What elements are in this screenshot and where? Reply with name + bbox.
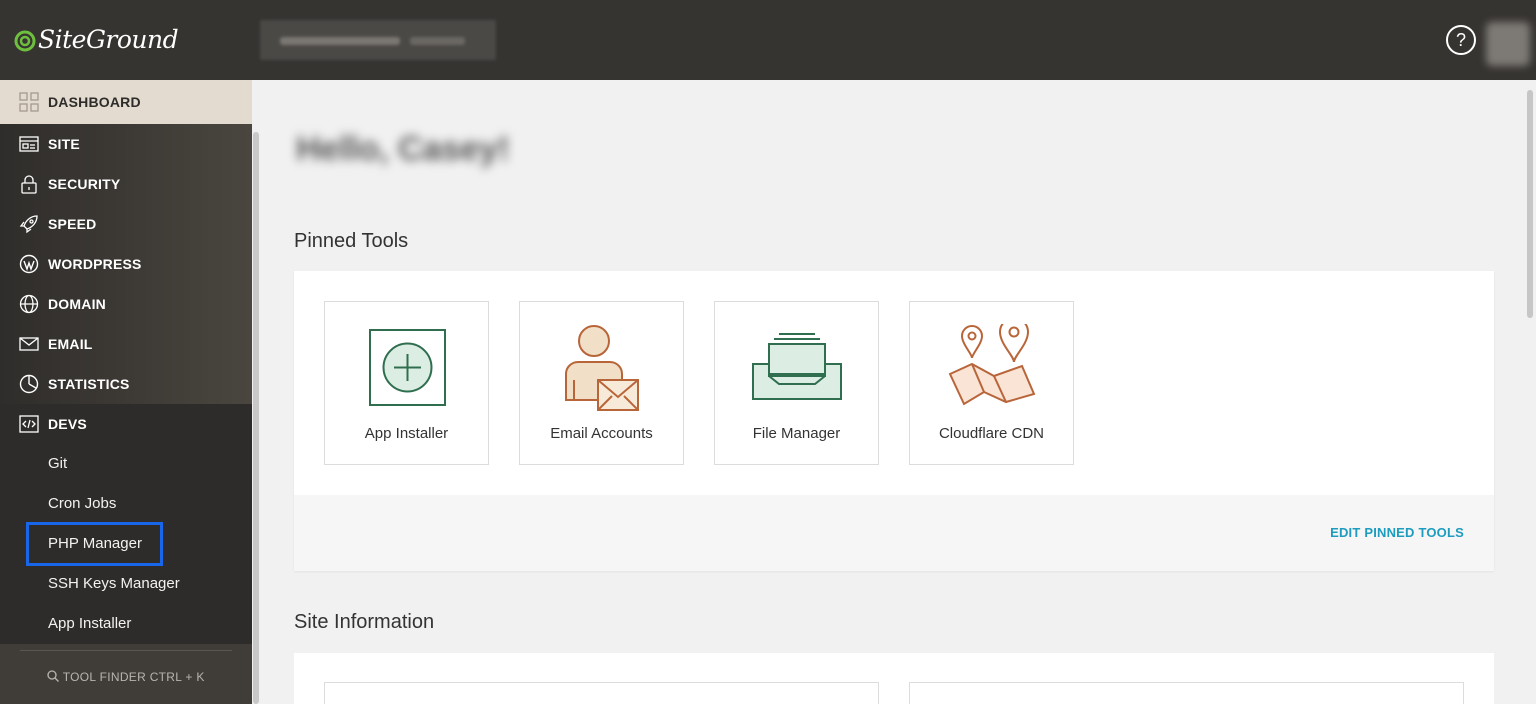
avatar[interactable] bbox=[1486, 22, 1530, 66]
top-bar: SiteGround ? bbox=[0, 0, 1536, 80]
sidebar-item-wordpress[interactable]: WORDPRESS bbox=[0, 244, 252, 284]
siteground-logo[interactable]: SiteGround bbox=[14, 24, 179, 56]
sidebar-item-label: DEVS bbox=[48, 416, 87, 432]
sidebar-item-label: DOMAIN bbox=[48, 296, 106, 312]
search-icon bbox=[47, 670, 60, 682]
sidebar-item-site[interactable]: SITE bbox=[0, 124, 252, 164]
help-button[interactable]: ? bbox=[1446, 25, 1476, 55]
pinned-tools-footer: EDIT PINNED TOOLS bbox=[294, 495, 1494, 571]
site-icon bbox=[19, 134, 39, 154]
site-info-panel-right bbox=[909, 682, 1464, 704]
sidebar-item-domain[interactable]: DOMAIN bbox=[0, 284, 252, 324]
sidebar-item-statistics[interactable]: STATISTICS bbox=[0, 364, 252, 404]
tile-email-accounts[interactable]: Email Accounts bbox=[519, 301, 684, 465]
plus-box-icon bbox=[369, 329, 446, 406]
devs-sub-ssh-keys-manager[interactable]: SSH Keys Manager bbox=[48, 564, 180, 604]
tile-cloudflare-cdn[interactable]: Cloudflare CDN bbox=[909, 301, 1074, 465]
dashboard-icon bbox=[19, 92, 39, 112]
devs-sub-git[interactable]: Git bbox=[48, 444, 67, 484]
site-information-card bbox=[294, 653, 1494, 704]
tool-finder-label: TOOL FINDER CTRL + K bbox=[62, 670, 205, 684]
envelope-icon bbox=[19, 334, 39, 354]
greeting-blurred: Hello, Casey! bbox=[296, 130, 510, 168]
site-information-title: Site Information bbox=[294, 611, 435, 633]
sidebar-item-devs[interactable]: DEVS bbox=[0, 404, 252, 444]
sidebar-item-label: SPEED bbox=[48, 216, 97, 232]
lock-icon bbox=[19, 174, 39, 194]
sidebar-item-label: EMAIL bbox=[48, 336, 93, 352]
tile-label: App Installer bbox=[364, 425, 449, 442]
tile-app-installer[interactable]: App Installer bbox=[324, 301, 489, 465]
pinned-tools-card: App Installer Email Accounts File Manage… bbox=[294, 271, 1494, 571]
sidebar-item-label: WORDPRESS bbox=[48, 256, 142, 272]
pinned-tools-title: Pinned Tools bbox=[294, 230, 409, 252]
devs-sub-app-installer[interactable]: App Installer bbox=[48, 604, 131, 644]
devs-sub-cron-jobs[interactable]: Cron Jobs bbox=[48, 484, 116, 524]
edit-pinned-tools-link[interactable]: EDIT PINNED TOOLS bbox=[1330, 525, 1464, 540]
code-icon bbox=[19, 414, 39, 434]
sidebar: DASHBOARD SITE SECURITY SPEED WORDPRESS … bbox=[0, 80, 252, 704]
site-selector[interactable] bbox=[260, 20, 496, 60]
sidebar-item-label: SECURITY bbox=[48, 176, 121, 192]
main-scrollbar[interactable] bbox=[1524, 80, 1536, 704]
tool-finder[interactable]: TOOL FINDER CTRL + K bbox=[0, 644, 252, 704]
wordpress-icon bbox=[19, 254, 39, 274]
site-info-panel-left bbox=[324, 682, 879, 704]
siteground-logo-icon bbox=[14, 30, 36, 52]
logo-text: SiteGround bbox=[38, 25, 179, 54]
pie-chart-icon bbox=[19, 374, 39, 394]
php-manager-highlight bbox=[26, 522, 163, 566]
tile-file-manager[interactable]: File Manager bbox=[714, 301, 879, 465]
tile-label: Email Accounts bbox=[550, 425, 653, 442]
sidebar-item-dashboard[interactable]: DASHBOARD bbox=[0, 80, 252, 124]
tile-label: Cloudflare CDN bbox=[938, 425, 1045, 442]
map-pins-icon bbox=[948, 324, 1036, 406]
globe-icon bbox=[19, 294, 39, 314]
sidebar-item-label: SITE bbox=[48, 136, 80, 152]
user-mail-icon bbox=[565, 325, 639, 411]
sidebar-item-security[interactable]: SECURITY bbox=[0, 164, 252, 204]
rocket-icon bbox=[19, 214, 39, 234]
sidebar-scrollbar[interactable] bbox=[252, 80, 260, 704]
sidebar-item-speed[interactable]: SPEED bbox=[0, 204, 252, 244]
sidebar-item-label: STATISTICS bbox=[48, 376, 130, 392]
file-tray-icon bbox=[752, 333, 842, 400]
tile-label: File Manager bbox=[752, 425, 841, 442]
sidebar-item-label: DASHBOARD bbox=[48, 94, 141, 110]
sidebar-item-email[interactable]: EMAIL bbox=[0, 324, 252, 364]
